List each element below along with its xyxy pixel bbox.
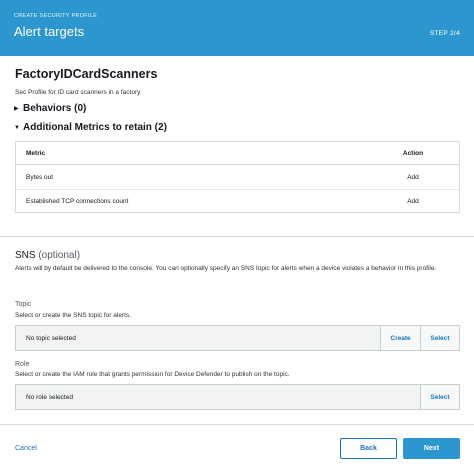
section-divider	[0, 236, 474, 237]
role-hint: Select or create the IAM role that grant…	[15, 371, 290, 378]
page-title: Alert targets	[14, 24, 85, 39]
caret-down-icon: ▼	[14, 124, 20, 131]
behaviors-section-label: Behaviors (0)	[23, 103, 87, 114]
cancel-button[interactable]: Cancel	[15, 438, 45, 459]
table-row: Bytes out Add	[16, 166, 459, 190]
metric-name: Established TCP connections count	[26, 198, 129, 205]
sns-description: Alerts will by default be delivered to t…	[15, 265, 437, 272]
column-header-metric: Metric	[26, 150, 46, 157]
metrics-table: Metric Action Bytes out Add Established …	[15, 141, 460, 213]
sns-title-text: SNS	[15, 250, 36, 261]
add-metric-button[interactable]: Add	[396, 198, 430, 205]
table-header: Metric Action	[16, 142, 459, 165]
caret-right-icon: ▶	[14, 106, 19, 112]
add-metric-button[interactable]: Add	[396, 174, 430, 181]
topic-hint: Select or create the SNS topic for alert…	[15, 312, 131, 319]
create-topic-button[interactable]: Create	[380, 326, 420, 350]
next-button[interactable]: Next	[403, 438, 460, 459]
metrics-section-toggle[interactable]: ▼ Additional Metrics to retain (2)	[14, 122, 167, 133]
page-header: CREATE SECURITY PROFILE Alert targets ST…	[0, 0, 474, 56]
step-indicator: STEP 2/4	[429, 30, 460, 37]
select-topic-button[interactable]: Select	[420, 326, 459, 350]
profile-name: FactoryIDCardScanners	[15, 67, 158, 81]
table-row: Established TCP connections count Add	[16, 190, 459, 214]
back-button[interactable]: Back	[340, 438, 397, 459]
header-kicker: CREATE SECURITY PROFILE	[14, 13, 98, 19]
role-field: No role selected Select	[15, 384, 460, 410]
topic-value: No topic selected	[26, 335, 76, 342]
select-role-button[interactable]: Select	[420, 385, 459, 409]
behaviors-section-toggle[interactable]: ▶ Behaviors (0)	[14, 103, 86, 114]
role-label: Role	[15, 361, 30, 368]
profile-description: Sec Profile for ID card scanners in a fa…	[15, 89, 141, 96]
sns-section-title: SNS (optional)	[15, 250, 80, 261]
topic-field: No topic selected Create Select	[15, 325, 460, 351]
column-header-action: Action	[402, 150, 424, 157]
metrics-section-label: Additional Metrics to retain (2)	[23, 122, 167, 133]
metric-name: Bytes out	[26, 174, 54, 181]
topic-label: Topic	[15, 301, 32, 308]
sns-optional-tag: (optional)	[38, 250, 81, 261]
role-value: No role selected	[26, 394, 73, 401]
footer-divider	[0, 424, 474, 425]
